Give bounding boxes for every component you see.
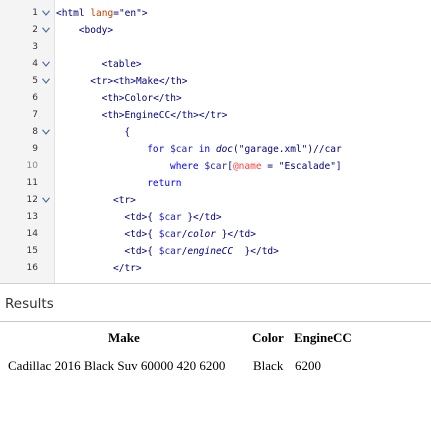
fold-toggle-icon[interactable] <box>42 27 50 33</box>
results-panel-header: Results <box>0 283 431 322</box>
cell-enginecc: 6200 <box>295 358 321 373</box>
cell-color: Black <box>253 358 284 373</box>
code-token: doc <box>215 144 234 155</box>
header-color: Color <box>252 330 284 345</box>
code-text: <html lang="en"> <box>56 5 148 22</box>
code-text: return <box>147 175 181 192</box>
code-token: <html <box>56 8 91 19</box>
code-text: <tr><th>Make</th> <box>90 73 187 90</box>
code-line: 11 return <box>0 175 431 192</box>
code-text: where $car[@name = "Escalade"] <box>170 158 342 175</box>
line-number: 4 <box>32 59 38 69</box>
code-token: for <box>147 144 171 155</box>
code-text: <th>Color</th> <box>102 90 182 107</box>
code-line: 8{ <box>0 124 431 141</box>
line-number: 12 <box>26 195 38 205</box>
code-token: <tr><th>Make</th> <box>90 76 188 87</box>
code-line: 9 for $car in doc("garage.xml")//car <box>0 141 431 158</box>
code-text: <td>{ $car/color }</td> <box>124 226 256 243</box>
code-token: ("garage.xml") <box>233 144 314 155</box>
code-token: $car <box>158 229 182 240</box>
code-text: <tr> <box>113 192 136 209</box>
results-panel: Make Color EngineCC Cadillac 2016 Black … <box>0 321 431 443</box>
code-token: <th>Color</th> <box>101 93 182 104</box>
code-token: { <box>124 127 131 138</box>
code-token: engineCC <box>187 246 234 257</box>
code-text: <td>{ $car }</td> <box>124 209 221 226</box>
code-line: 15 <td>{ $car/engineCC }</td> <box>0 243 431 260</box>
code-text: for $car in doc("garage.xml")//car <box>147 141 342 158</box>
line-number: 13 <box>26 212 38 222</box>
code-line: 1 <html lang="en"> <box>0 5 431 22</box>
line-number: 11 <box>26 178 38 188</box>
code-token: ="en"> <box>113 8 148 19</box>
code-token: }</td> <box>181 212 222 223</box>
line-number: 10 <box>26 161 38 171</box>
code-line: 2 <body> <box>0 22 431 39</box>
results-title: Results <box>5 296 54 312</box>
code-line: 10 where $car[@name = "Escalade"] <box>0 158 431 175</box>
code-token: <td>{ <box>124 229 159 240</box>
line-number: 5 <box>32 76 38 86</box>
line-number: 1 <box>32 8 38 18</box>
line-number: 3 <box>32 42 38 52</box>
cell-make: Cadillac 2016 Black Suv 60000 420 6200 <box>8 358 226 373</box>
fold-toggle-icon[interactable] <box>42 10 50 16</box>
code-text: <th>EngineCC</th></tr> <box>102 107 228 124</box>
fold-toggle-icon[interactable] <box>42 61 50 67</box>
code-line: 16 </tr> <box>0 260 431 277</box>
code-editor[interactable]: 1 <html lang="en"> 2 <body> 3 4 <table> 5 <tr><t… <box>0 0 431 283</box>
header-enginecc: EngineCC <box>294 330 352 345</box>
line-number: 6 <box>32 93 38 103</box>
line-number: 2 <box>32 25 38 35</box>
code-token: }</td> <box>215 229 256 240</box>
line-number: 15 <box>26 246 38 256</box>
code-text: <body> <box>79 22 113 39</box>
code-token: lang <box>90 8 114 19</box>
code-line: 7 <th>EngineCC</th></tr> <box>0 107 431 124</box>
code-token: $car <box>158 246 182 257</box>
code-token: in <box>198 144 216 155</box>
code-token: "Escalade"] <box>278 161 342 172</box>
code-token: <td>{ <box>124 246 159 257</box>
code-token: <th>EngineCC</th></tr> <box>101 110 228 121</box>
header-make: Make <box>108 330 140 345</box>
code-text: { <box>124 124 130 141</box>
code-line: 13 <td>{ $car }</td> <box>0 209 431 226</box>
fold-toggle-icon[interactable] <box>42 197 50 203</box>
code-token: return <box>147 178 182 189</box>
code-token: $car <box>170 144 199 155</box>
code-token: <td>{ <box>124 212 159 223</box>
code-line: 4 <table> <box>0 56 431 73</box>
code-token: </tr> <box>113 263 142 274</box>
fold-toggle-icon[interactable] <box>42 129 50 135</box>
code-token: // <box>313 144 325 155</box>
code-token: car <box>324 144 342 155</box>
code-text: <table> <box>102 56 142 73</box>
code-token: where <box>170 161 205 172</box>
line-number: 16 <box>26 263 38 273</box>
code-token: @name <box>232 161 262 172</box>
line-number: 14 <box>26 229 38 239</box>
code-token: color <box>187 229 216 240</box>
code-token: $car <box>158 212 182 223</box>
code-text: <td>{ $car/engineCC }</td> <box>124 243 278 260</box>
code-line: 5 <tr><th>Make</th> <box>0 73 431 90</box>
code-text: </tr> <box>113 260 142 277</box>
code-token: <tr> <box>113 195 136 206</box>
code-token: }</td> <box>233 246 279 257</box>
code-token: <table> <box>101 59 142 70</box>
line-number: 9 <box>32 144 38 154</box>
line-number: 7 <box>32 110 38 120</box>
fold-toggle-icon[interactable] <box>42 78 50 84</box>
line-number: 8 <box>32 127 38 137</box>
code-line: 12 <tr> <box>0 192 431 209</box>
code-line: 6 <th>Color</th> <box>0 90 431 107</box>
code-token: = <box>261 161 279 172</box>
code-line: 3 <box>0 39 431 56</box>
code-token: $car <box>204 161 228 172</box>
code-token: <body> <box>78 25 114 36</box>
code-line: 14 <td>{ $car/color }</td> <box>0 226 431 243</box>
